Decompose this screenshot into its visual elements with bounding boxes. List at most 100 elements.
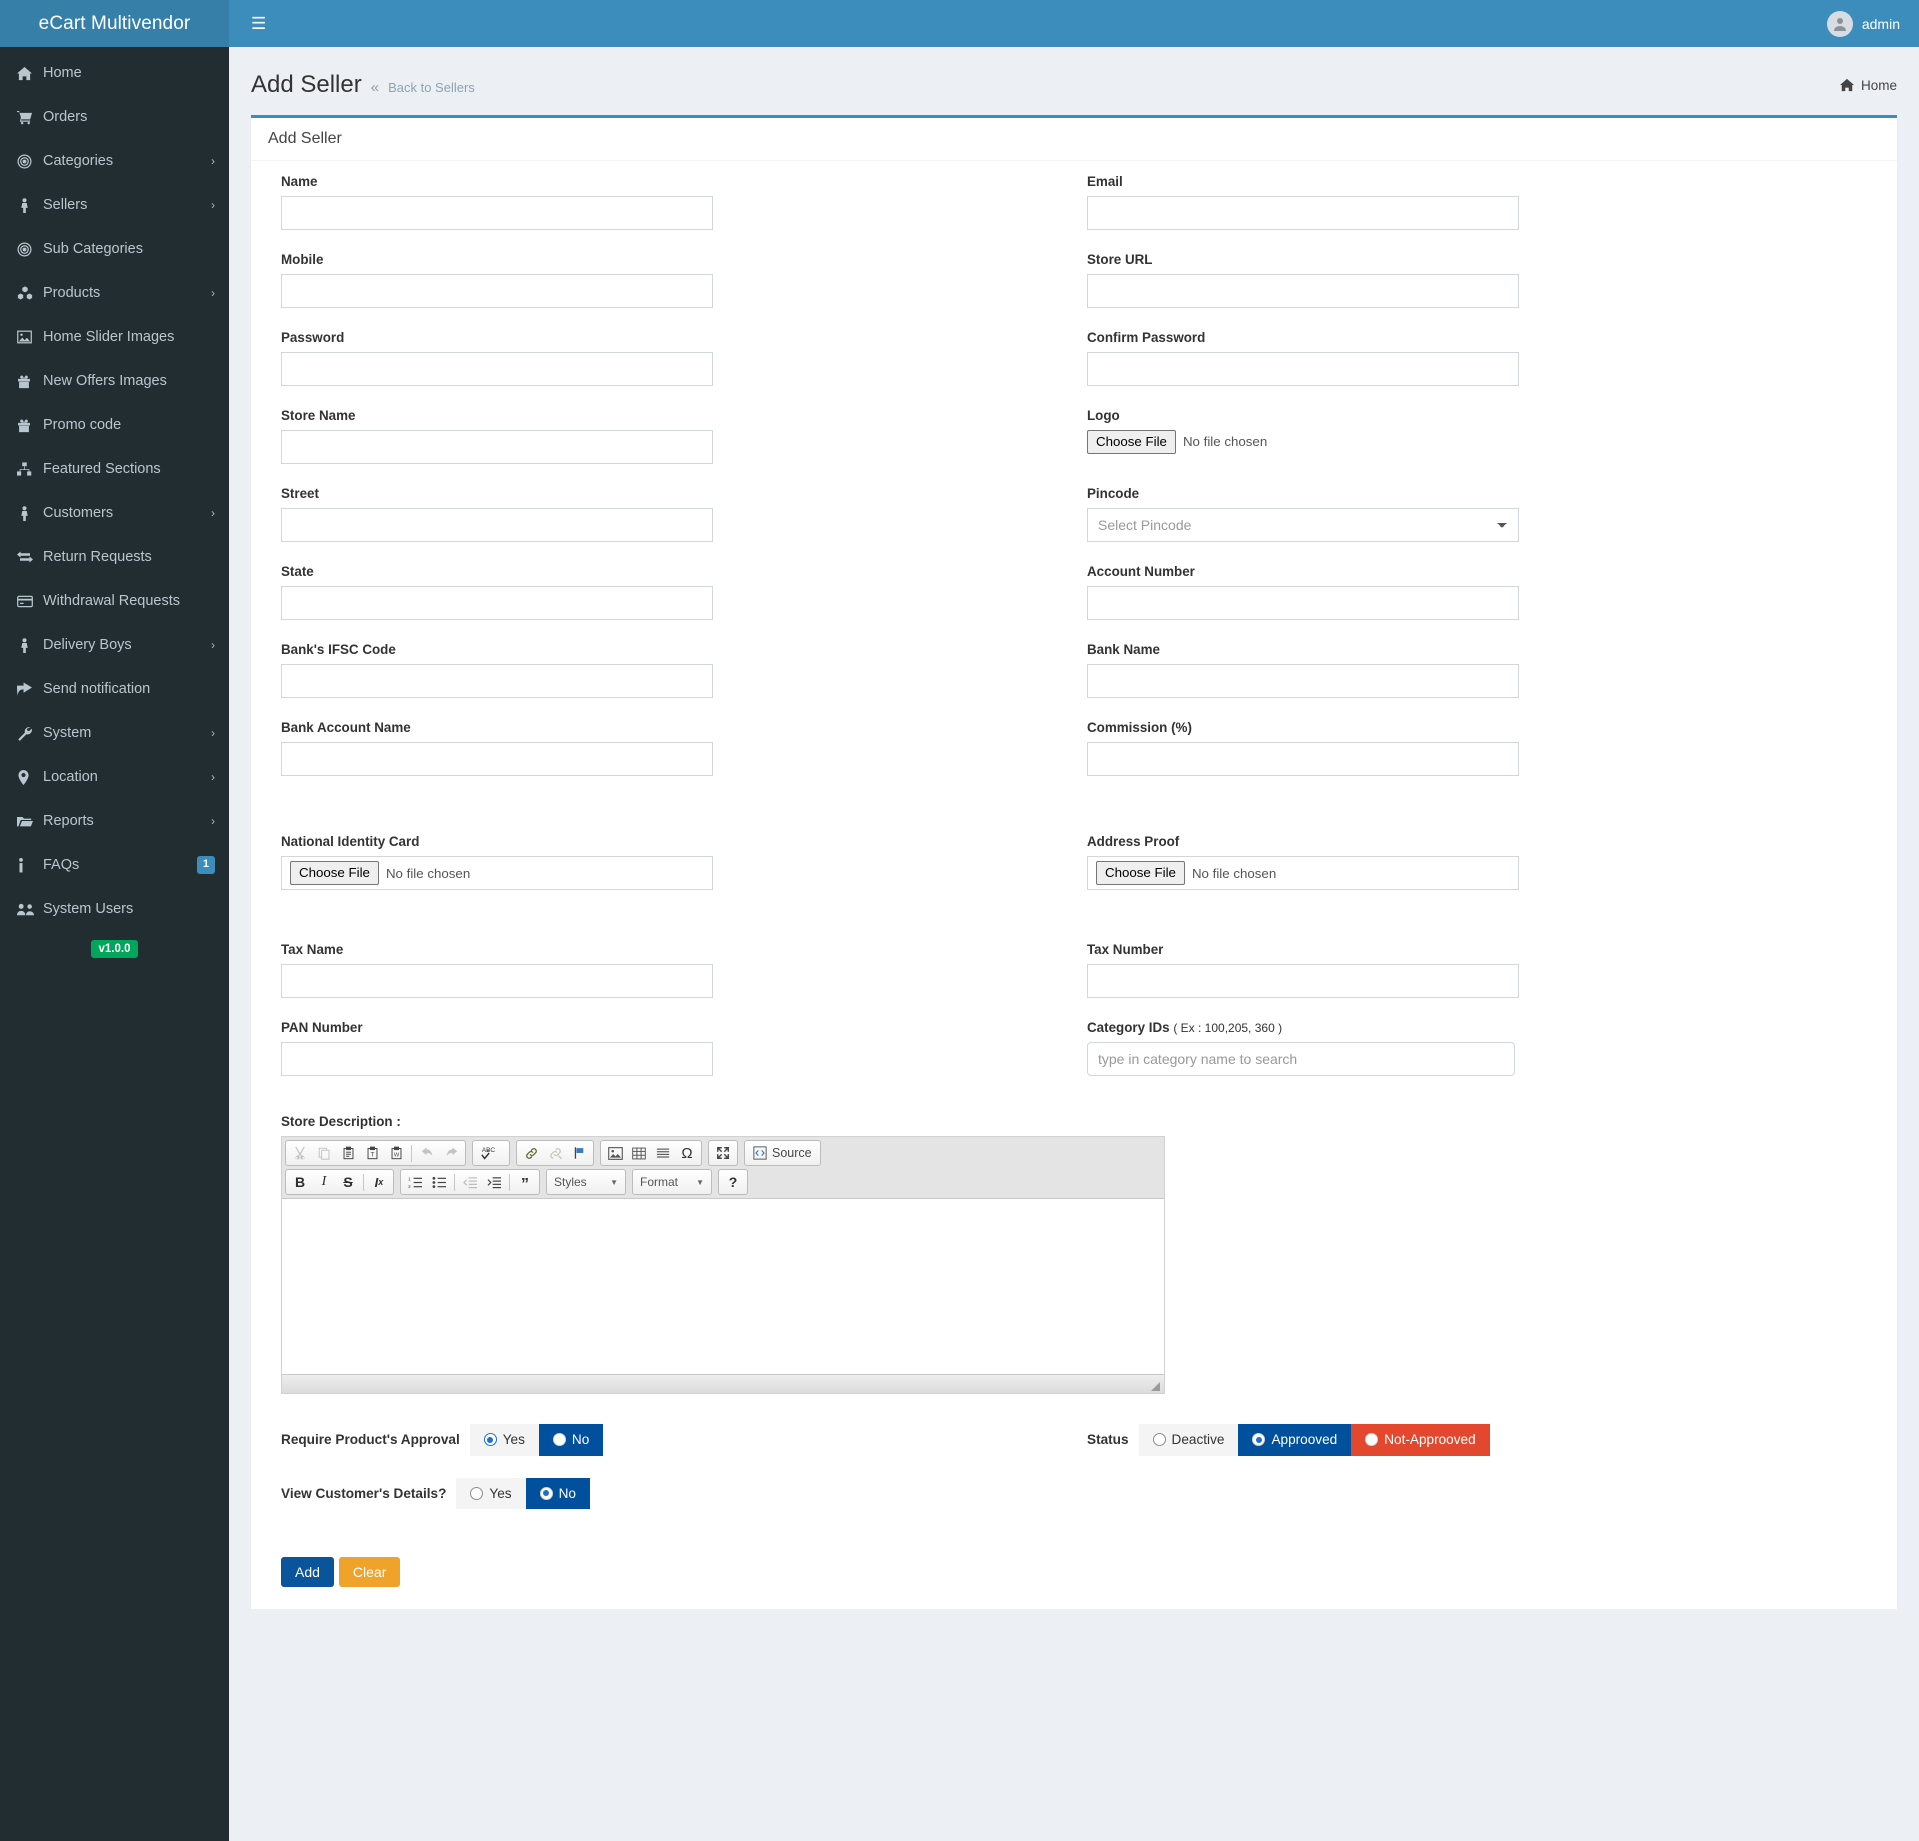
sidebar-item-label: System bbox=[43, 725, 92, 741]
account-number-input[interactable] bbox=[1087, 586, 1519, 620]
clear-button[interactable]: Clear bbox=[338, 1557, 401, 1588]
address-proof-choose-file-button[interactable]: Choose File bbox=[1096, 861, 1185, 885]
bold-icon[interactable]: B bbox=[288, 1171, 312, 1193]
sidebar-item-withdrawal-requests[interactable]: Withdrawal Requests bbox=[0, 579, 229, 623]
sidebar-item-faqs[interactable]: FAQs 1 bbox=[0, 843, 229, 887]
sidebar-item-orders[interactable]: Orders bbox=[0, 95, 229, 139]
pincode-select[interactable]: Select Pincode bbox=[1087, 508, 1519, 542]
commission-input[interactable] bbox=[1087, 742, 1519, 776]
sidebar-item-customers[interactable]: Customers › bbox=[0, 491, 229, 535]
paste-icon[interactable] bbox=[336, 1142, 360, 1164]
store-url-input[interactable] bbox=[1087, 274, 1519, 308]
breadcrumb-home[interactable]: Home bbox=[1861, 78, 1897, 93]
state-input[interactable] bbox=[281, 586, 713, 620]
sidebar-item-reports[interactable]: Reports › bbox=[0, 799, 229, 843]
password-input[interactable] bbox=[281, 352, 713, 386]
copy-icon[interactable] bbox=[312, 1142, 336, 1164]
back-to-sellers-link[interactable]: Back to Sellers bbox=[388, 80, 475, 95]
email-input[interactable] bbox=[1087, 196, 1519, 230]
spellcheck-icon[interactable]: ABC bbox=[475, 1142, 507, 1164]
mobile-label: Mobile bbox=[281, 252, 324, 267]
link-icon[interactable] bbox=[519, 1142, 543, 1164]
content-area: Add Seller Name Email Mobile Store URL P… bbox=[229, 115, 1919, 1685]
view-customer-details-option-yes[interactable]: Yes bbox=[456, 1477, 526, 1510]
special-char-icon[interactable]: Ω bbox=[675, 1142, 699, 1164]
ckeditor-content-area[interactable] bbox=[282, 1199, 1164, 1374]
national-id-file-status: No file chosen bbox=[385, 865, 471, 881]
ifsc-input[interactable] bbox=[281, 664, 713, 698]
credit-card-icon bbox=[17, 595, 43, 608]
logo-choose-file-button[interactable]: Choose File bbox=[1087, 430, 1176, 454]
pan-number-input[interactable] bbox=[281, 1042, 713, 1076]
numbered-list-icon[interactable]: 12 bbox=[403, 1171, 427, 1193]
sidebar-item-sub-categories[interactable]: Sub Categories bbox=[0, 227, 229, 271]
indent-icon[interactable] bbox=[482, 1171, 506, 1193]
mobile-input[interactable] bbox=[281, 274, 713, 308]
form-row-ifsc-bankname: Bank's IFSC Code Bank Name bbox=[268, 642, 1880, 720]
category-ids-input[interactable] bbox=[1087, 1042, 1515, 1076]
store-name-input[interactable] bbox=[281, 430, 713, 464]
brand-logo[interactable]: eCart Multivendor bbox=[0, 0, 229, 47]
status-option-approoved[interactable]: Approoved bbox=[1238, 1424, 1352, 1456]
ckeditor: T W ABC Ω Source B I S I x 1 2 ” Styles … bbox=[281, 1136, 1165, 1394]
sidebar-item-home[interactable]: Home bbox=[0, 51, 229, 95]
italic-icon[interactable]: I bbox=[312, 1171, 336, 1193]
add-button[interactable]: Add bbox=[281, 1557, 334, 1588]
sidebar-item-return-requests[interactable]: Return Requests bbox=[0, 535, 229, 579]
status-option-not-approoved[interactable]: Not-Approoved bbox=[1351, 1424, 1490, 1456]
source-button[interactable]: Source bbox=[747, 1142, 818, 1164]
sitemap-icon bbox=[17, 462, 43, 476]
toolbar-separator bbox=[411, 1144, 412, 1162]
address-proof-file-input[interactable]: Choose File No file chosen bbox=[1087, 856, 1519, 890]
sidebar-item-system[interactable]: System › bbox=[0, 711, 229, 755]
view-customer-details-option-no[interactable]: No bbox=[525, 1477, 590, 1510]
sidebar-item-location[interactable]: Location › bbox=[0, 755, 229, 799]
bulleted-list-icon[interactable] bbox=[427, 1171, 451, 1193]
require-approval-option-yes[interactable]: Yes bbox=[469, 1424, 539, 1456]
national-id-file-input[interactable]: Choose File No file chosen bbox=[281, 856, 713, 890]
image-icon[interactable] bbox=[603, 1142, 627, 1164]
horizontal-rule-icon[interactable] bbox=[651, 1142, 675, 1164]
tax-number-input[interactable] bbox=[1087, 964, 1519, 998]
sidebar-item-categories[interactable]: Categories › bbox=[0, 139, 229, 183]
sidebar-item-featured-sections[interactable]: Featured Sections bbox=[0, 447, 229, 491]
cut-icon[interactable] bbox=[288, 1142, 312, 1164]
help-icon[interactable]: ? bbox=[721, 1171, 745, 1193]
paste-from-word-icon[interactable]: W bbox=[384, 1142, 408, 1164]
styles-combo[interactable]: Styles ▼ bbox=[549, 1171, 623, 1193]
table-icon[interactable] bbox=[627, 1142, 651, 1164]
unlink-icon[interactable] bbox=[543, 1142, 567, 1164]
sidebar-item-delivery-boys[interactable]: Delivery Boys › bbox=[0, 623, 229, 667]
blockquote-icon[interactable]: ” bbox=[513, 1171, 537, 1193]
confirm-password-input[interactable] bbox=[1087, 352, 1519, 386]
sidebar-item-send-notification[interactable]: Send notification bbox=[0, 667, 229, 711]
remove-format-icon[interactable]: Ix bbox=[367, 1171, 391, 1193]
undo-icon[interactable] bbox=[415, 1142, 439, 1164]
person-icon bbox=[17, 197, 43, 213]
street-input[interactable] bbox=[281, 508, 713, 542]
bank-name-input[interactable] bbox=[1087, 664, 1519, 698]
sidebar-item-sellers[interactable]: Sellers › bbox=[0, 183, 229, 227]
require-approval-option-no[interactable]: No bbox=[538, 1424, 604, 1456]
tax-name-input[interactable] bbox=[281, 964, 713, 998]
sidebar-item-home-slider-images[interactable]: Home Slider Images bbox=[0, 315, 229, 359]
status-option-deactive[interactable]: Deactive bbox=[1138, 1424, 1239, 1456]
national-id-choose-file-button[interactable]: Choose File bbox=[290, 861, 379, 885]
redo-icon[interactable] bbox=[439, 1142, 463, 1164]
anchor-flag-icon[interactable] bbox=[567, 1142, 591, 1164]
name-input[interactable] bbox=[281, 196, 713, 230]
outdent-icon[interactable] bbox=[458, 1171, 482, 1193]
maximize-icon[interactable] bbox=[711, 1142, 735, 1164]
strikethrough-icon[interactable]: S bbox=[336, 1171, 360, 1193]
bank-account-name-input[interactable] bbox=[281, 742, 713, 776]
sidebar-item-products[interactable]: Products › bbox=[0, 271, 229, 315]
paste-as-text-icon[interactable]: T bbox=[360, 1142, 384, 1164]
logo-file-input[interactable]: Choose File No file chosen bbox=[1087, 430, 1867, 454]
resize-handle[interactable] bbox=[1151, 1382, 1160, 1391]
sidebar-item-promo-code[interactable]: Promo code bbox=[0, 403, 229, 447]
user-menu[interactable]: admin bbox=[1826, 10, 1900, 37]
sidebar-item-system-users[interactable]: System Users bbox=[0, 887, 229, 931]
sidebar-item-new-offers-images[interactable]: New Offers Images bbox=[0, 359, 229, 403]
hamburger-icon[interactable]: ☰ bbox=[245, 11, 272, 36]
format-combo[interactable]: Format ▼ bbox=[635, 1171, 709, 1193]
